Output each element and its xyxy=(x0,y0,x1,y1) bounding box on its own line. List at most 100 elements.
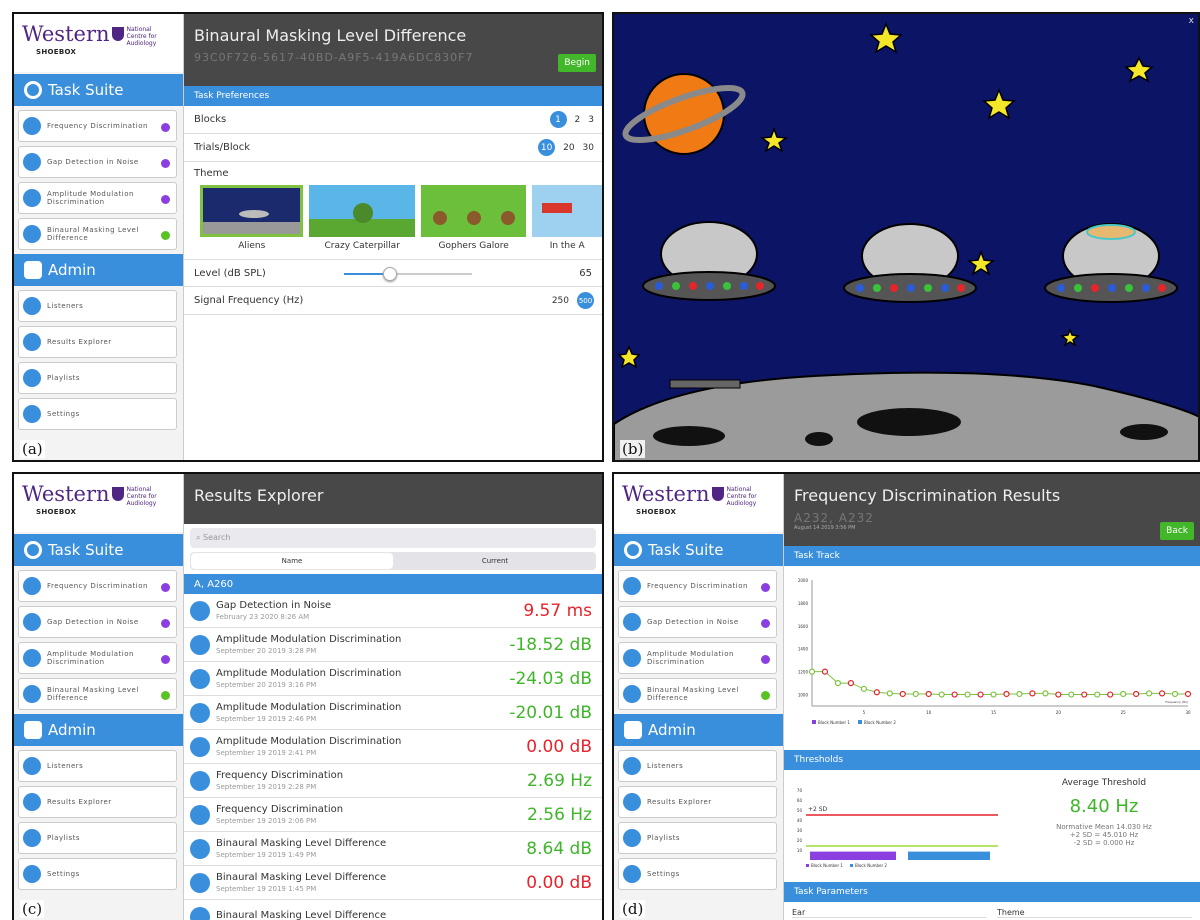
crater xyxy=(1120,424,1168,440)
blocks-option-2[interactable]: 2 xyxy=(575,115,581,125)
freq-option-250[interactable]: 250 xyxy=(552,296,569,306)
nav-amplitude-modulation[interactable]: Amplitude Modulation Discrimination xyxy=(18,182,177,214)
panel-a: Western National Centre for Audiology SHO… xyxy=(12,12,604,462)
task-icon xyxy=(23,649,41,667)
status-badge xyxy=(161,231,170,240)
page-title: Results Explorer xyxy=(194,486,324,505)
crater xyxy=(653,426,725,446)
gear-icon xyxy=(23,405,41,423)
blocks-option-1[interactable]: 1 xyxy=(549,111,567,128)
y-tick-label: 40 xyxy=(797,818,803,823)
task-icon xyxy=(190,838,210,859)
nav-binaural-masking[interactable]: Binaural Masking Level Difference xyxy=(18,678,177,710)
nav-gap-detection[interactable]: Gap Detection in Noise xyxy=(18,606,177,638)
nav-settings[interactable]: Settings xyxy=(18,858,177,890)
aliens-thumbnail xyxy=(200,185,304,237)
threshold-bar xyxy=(908,851,990,860)
nav-settings[interactable]: Settings xyxy=(18,398,177,430)
level-slider[interactable] xyxy=(344,267,472,281)
theme-gophers-galore[interactable]: Gophers Galore xyxy=(420,185,527,257)
nav-settings[interactable]: Settings xyxy=(618,858,777,890)
nav-gap-detection[interactable]: Gap Detection in Noise xyxy=(18,146,177,178)
result-row[interactable]: Amplitude Modulation Discrimination Septe… xyxy=(184,730,602,764)
task-icon xyxy=(23,225,41,243)
track-point xyxy=(899,690,906,698)
sidebar: Western National Centre for Audiology SHO… xyxy=(14,474,184,920)
nav-binaural-masking[interactable]: Binaural Masking Level Difference xyxy=(18,218,177,250)
task-icon xyxy=(190,872,210,893)
nav-frequency-discrimination[interactable]: Frequency Discrimination xyxy=(18,110,177,142)
result-row[interactable]: Amplitude Modulation Discrimination Septe… xyxy=(184,696,602,730)
nav-listeners[interactable]: Listeners xyxy=(18,750,177,782)
nav-playlists[interactable]: Playlists xyxy=(18,822,177,854)
begin-button[interactable]: Begin xyxy=(558,54,596,72)
level-value: 65 xyxy=(579,267,592,279)
trials-option-20[interactable]: 20 xyxy=(563,143,574,153)
chart-icon xyxy=(23,793,41,811)
nca-text: National Centre for Audiology xyxy=(126,486,157,507)
crater xyxy=(805,432,833,446)
result-value: 2.56 Hz xyxy=(527,805,592,825)
trials-row: Trials/Block 10 20 30 xyxy=(184,134,602,162)
nav-frequency-discrimination[interactable]: Frequency Discrimination xyxy=(618,570,777,602)
sidebar: Western National Centre for Audiology SHO… xyxy=(614,474,784,920)
logo: Western National Centre for Audiology SHO… xyxy=(614,474,783,532)
track-point xyxy=(886,690,893,697)
panel-c: Western National Centre for Audiology SHO… xyxy=(12,472,604,920)
trials-option-30[interactable]: 30 xyxy=(583,143,594,153)
x-tick-label: 5 xyxy=(863,710,866,715)
result-row[interactable]: Binaural Masking Level Difference xyxy=(184,900,602,920)
result-row[interactable]: Binaural Masking Level Difference Septemb… xyxy=(184,832,602,866)
result-value: 9.57 ms xyxy=(523,601,592,621)
list-icon xyxy=(623,829,641,847)
task-icon xyxy=(190,668,210,689)
status-badge xyxy=(761,691,770,700)
level-slider-thumb[interactable] xyxy=(383,267,398,281)
nav-binaural-masking[interactable]: Binaural Masking Level Difference xyxy=(618,678,777,710)
result-row[interactable]: Amplitude Modulation Discrimination Septe… xyxy=(184,662,602,696)
blocks-option-3[interactable]: 3 xyxy=(588,115,594,125)
nav-amplitude-modulation[interactable]: Amplitude Modulation Discrimination xyxy=(618,642,777,674)
nav-amplitude-modulation[interactable]: Amplitude Modulation Discrimination xyxy=(18,642,177,674)
close-icon[interactable]: x xyxy=(1189,16,1194,26)
nav-listeners[interactable]: Listeners xyxy=(618,750,777,782)
chart-icon xyxy=(623,793,641,811)
task-icon xyxy=(190,634,210,655)
nav-playlists[interactable]: Playlists xyxy=(18,362,177,394)
sort-name[interactable]: Name xyxy=(191,553,393,569)
nav-frequency-discrimination[interactable]: Frequency Discrimination xyxy=(18,570,177,602)
sort-current[interactable]: Current xyxy=(394,552,596,570)
trials-selector[interactable]: 10 20 30 xyxy=(538,139,594,156)
result-row[interactable]: Frequency Discrimination September 19 201… xyxy=(184,798,602,832)
header: Results Explorer xyxy=(184,474,602,524)
frequency-selector[interactable]: 250 500 xyxy=(552,292,594,309)
theme-crazy-caterpillar[interactable]: Crazy Caterpillar xyxy=(309,185,415,257)
person-icon xyxy=(23,297,41,315)
freq-option-500[interactable]: 500 xyxy=(577,292,594,309)
back-button[interactable]: Back xyxy=(1160,522,1194,540)
track-point xyxy=(860,685,867,692)
result-row[interactable]: Binaural Masking Level Difference Septemb… xyxy=(184,866,602,900)
nav-playlists[interactable]: Playlists xyxy=(618,822,777,854)
x-tick-label: 25 xyxy=(1121,710,1127,715)
result-row[interactable]: Amplitude Modulation Discrimination Septe… xyxy=(184,628,602,662)
nav-results-explorer[interactable]: Results Explorer xyxy=(18,786,177,818)
nav-results-explorer[interactable]: Results Explorer xyxy=(618,786,777,818)
header: Frequency Discrimination Results A232, A… xyxy=(784,474,1200,546)
nav-listeners[interactable]: Listeners xyxy=(18,290,177,322)
sort-segmented-control[interactable]: Name Current xyxy=(190,552,596,570)
listener-id: A232, A232 xyxy=(794,511,874,525)
theme-aliens[interactable]: Aliens xyxy=(200,185,304,257)
theme-in-the-air[interactable]: In the A xyxy=(532,185,602,257)
nav-results-explorer[interactable]: Results Explorer xyxy=(18,326,177,358)
nav-gap-detection[interactable]: Gap Detection in Noise xyxy=(618,606,777,638)
y-tick-label: 50 xyxy=(797,808,803,813)
trials-option-10[interactable]: 10 xyxy=(538,139,556,156)
search-input[interactable]: ⌕ Search xyxy=(190,528,596,548)
track-point xyxy=(1016,690,1023,698)
result-row[interactable]: Frequency Discrimination September 19 201… xyxy=(184,764,602,798)
theme-carousel[interactable]: Aliens Crazy Caterpillar Gophers Galore … xyxy=(184,179,602,257)
blocks-selector[interactable]: 123 xyxy=(549,111,594,128)
result-row[interactable]: Gap Detection in Noise February 23 2020 8… xyxy=(184,594,602,628)
track-point xyxy=(1055,691,1062,698)
